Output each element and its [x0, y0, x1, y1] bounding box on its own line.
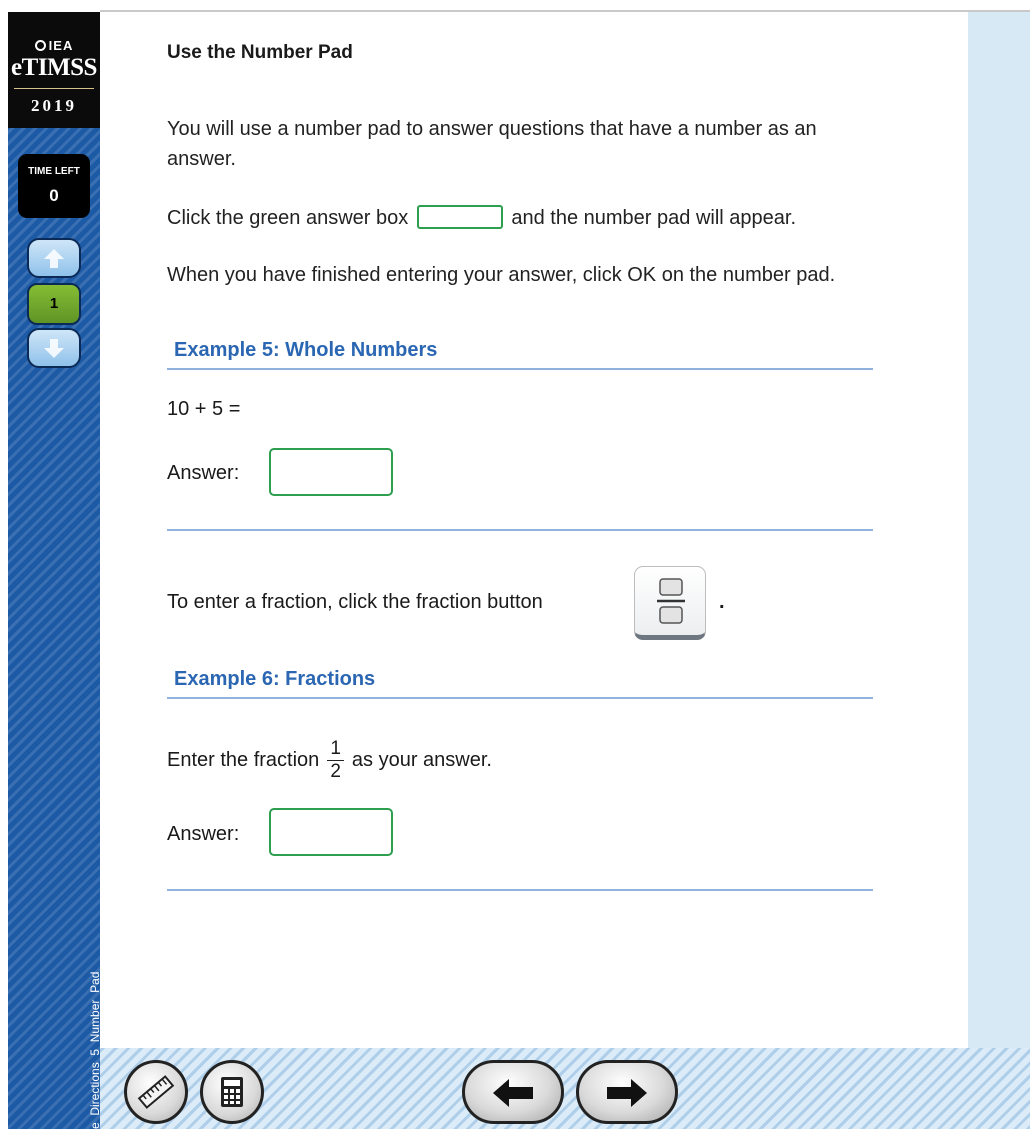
intro-paragraph: You will use a number pad to answer ques…: [167, 118, 817, 170]
ruler-icon: [137, 1075, 175, 1109]
instruction-text-after: and the number pad will appear.: [511, 207, 796, 229]
etimss-logo: IEA eTIMSS 2019: [8, 12, 100, 128]
divider: [167, 368, 873, 370]
top-border: [100, 10, 1030, 12]
back-button[interactable]: [462, 1060, 564, 1124]
previous-page-button[interactable]: [27, 238, 81, 278]
example-5-heading: Example 5: Whole Numbers: [174, 339, 438, 361]
example-6-prompt-before: Enter the fraction: [167, 748, 320, 771]
next-page-button[interactable]: [27, 328, 81, 368]
example-6-prompt-after: as your answer.: [351, 748, 492, 771]
bottom-toolbar: [100, 1048, 1030, 1129]
fraction-instruction-period: .: [719, 591, 725, 613]
instruction-text-before: Click the green answer box: [167, 207, 409, 229]
divider: [167, 889, 873, 891]
logo-org-text: IEA: [48, 38, 74, 53]
time-left-label: TIME LEFT: [28, 166, 80, 177]
fraction-denominator: 2: [330, 761, 341, 782]
globe-icon: [34, 40, 46, 51]
fraction-icon: [657, 578, 685, 624]
fraction-button[interactable]: [634, 566, 706, 640]
time-left-value: 0: [49, 186, 59, 205]
divider: [167, 529, 873, 531]
calculator-icon: [221, 1077, 243, 1107]
arrow-down-icon: [44, 339, 64, 358]
fraction-one-half: 12: [327, 738, 344, 783]
green-answer-box-sample: [416, 205, 503, 229]
arrow-left-icon: [493, 1079, 533, 1107]
example-6-answer-box[interactable]: [269, 808, 393, 856]
divider: [167, 697, 873, 699]
arrow-up-icon: [44, 249, 64, 268]
fraction-instruction: To enter a fraction, click the fraction …: [167, 591, 543, 613]
time-left-display: TIME LEFT 0: [18, 154, 90, 218]
page-number[interactable]: 1: [27, 283, 81, 325]
sidebar: IEA eTIMSS 2019 TIME LEFT 0 1 e_Directio…: [8, 12, 102, 1129]
logo-year: 2019: [31, 96, 77, 115]
example-6-prompt: Enter the fraction 1 2 as your answer.: [167, 738, 492, 783]
page-title: Use the Number Pad: [167, 42, 353, 63]
example-5-answer-box[interactable]: [269, 448, 393, 496]
example-5-answer-label: Answer:: [167, 462, 240, 484]
calculator-button[interactable]: [200, 1060, 264, 1124]
logo-name: eTIMSS: [11, 54, 97, 81]
example-6-answer-label: Answer:: [167, 823, 240, 845]
arrow-right-icon: [607, 1079, 647, 1107]
green-box-instruction: Click the green answer box and the numbe…: [167, 203, 796, 233]
logo-org: IEA: [8, 38, 100, 53]
right-panel: [968, 12, 1030, 1048]
ok-instruction: When you have finished entering your ans…: [167, 264, 836, 286]
ruler-button[interactable]: [124, 1060, 188, 1124]
logo-divider: [14, 88, 94, 89]
example-6-heading: Example 6: Fractions: [174, 668, 376, 690]
next-button[interactable]: [576, 1060, 678, 1124]
fraction-numerator: 1: [327, 738, 344, 761]
example-5-equation: 10 + 5 =: [167, 398, 241, 420]
